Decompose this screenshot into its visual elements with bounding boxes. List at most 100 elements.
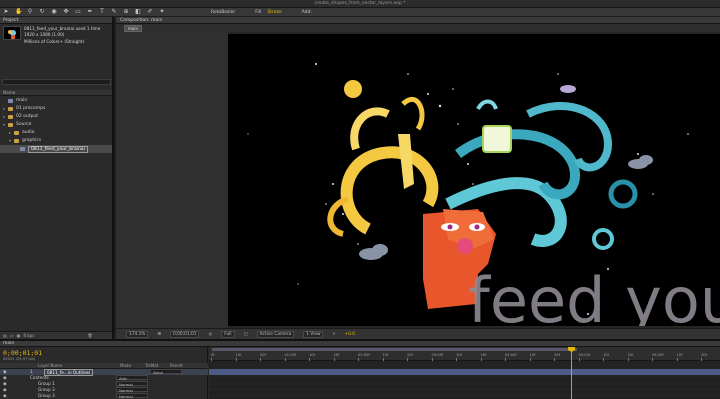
interpret-footage-icon[interactable]: ▤ bbox=[3, 333, 7, 338]
project-tree-item[interactable]: ▸ audio bbox=[0, 129, 112, 137]
pen-tool-icon[interactable]: ✒ bbox=[87, 9, 93, 15]
project-tree-item[interactable]: 0811_feed_your_brainai bbox=[0, 145, 112, 153]
layer-number: 1 bbox=[30, 369, 33, 374]
ruler-tick bbox=[529, 358, 531, 361]
composition-icon bbox=[8, 99, 13, 103]
footage-icon bbox=[20, 147, 25, 151]
visibility-eye-icon[interactable]: ◉ bbox=[3, 381, 7, 386]
composition-tab[interactable]: Composition: main bbox=[120, 18, 162, 23]
pan-behind-tool-icon[interactable]: ✥ bbox=[63, 9, 69, 15]
stroke-option[interactable]: Stroke bbox=[267, 10, 281, 15]
project-tree-item-label: 01 precomps bbox=[16, 106, 46, 111]
ruler-tick-label: 05:00f bbox=[578, 353, 591, 357]
blend-mode-dropdown[interactable]: Normal bbox=[116, 381, 148, 387]
ruler-tick bbox=[284, 358, 286, 361]
rotobezier-toggle[interactable]: RotoBezier bbox=[211, 10, 235, 15]
project-tree-item[interactable]: ▾ Source bbox=[0, 121, 112, 129]
new-folder-icon[interactable]: ▭ bbox=[10, 333, 14, 338]
hand-tool-icon[interactable]: ✋ bbox=[15, 9, 22, 15]
visibility-eye-icon[interactable]: ◉ bbox=[3, 387, 7, 392]
brush-tool-icon[interactable]: ✎ bbox=[111, 9, 117, 15]
blend-mode-dropdown[interactable]: Add: bbox=[116, 375, 148, 381]
rectangle-tool-icon[interactable]: ▭ bbox=[75, 9, 81, 15]
ruler-tick bbox=[676, 358, 678, 361]
col-mode[interactable]: Mode bbox=[120, 363, 131, 368]
blend-mode-dropdown[interactable]: Normal bbox=[116, 387, 148, 393]
eraser-tool-icon[interactable]: ◧ bbox=[135, 9, 141, 15]
project-tab[interactable]: Project bbox=[0, 17, 112, 24]
layer-name[interactable]: Group 1 bbox=[38, 381, 55, 386]
type-tool-icon[interactable]: T bbox=[99, 9, 105, 15]
bpc-toggle[interactable]: 8 bpc bbox=[23, 333, 34, 338]
new-comp-icon[interactable]: ▣ bbox=[17, 333, 21, 338]
folder-icon bbox=[8, 115, 13, 119]
trash-icon[interactable]: 🗑 bbox=[87, 333, 92, 338]
layer-name[interactable]: Group 3 bbox=[38, 393, 55, 398]
camera-tool-icon[interactable]: ◉ bbox=[51, 9, 57, 15]
region-of-interest-icon[interactable]: ▢ bbox=[244, 332, 248, 337]
project-tree-item[interactable]: ▸ 01 precomps bbox=[0, 105, 112, 113]
rotate-tool-icon[interactable]: ↻ bbox=[39, 9, 45, 15]
property-group-row[interactable]: ◉ Group 3 Normal bbox=[0, 393, 208, 399]
exposure-value[interactable]: +0.0 bbox=[345, 332, 355, 337]
timeline-timecode[interactable]: 0;00;01;01 bbox=[3, 349, 42, 357]
ruler-tick-label: 10f bbox=[603, 353, 609, 357]
project-search-input[interactable] bbox=[2, 79, 111, 85]
project-tree-item-label: 02 output bbox=[16, 114, 38, 119]
current-time-field[interactable]: 0;00;01;01 bbox=[170, 330, 200, 338]
col-trkmat[interactable]: TrkMat bbox=[145, 363, 158, 368]
work-area-bar[interactable] bbox=[212, 348, 577, 351]
zoom-tool-icon[interactable]: ⚲ bbox=[27, 9, 33, 15]
resolution-dropdown[interactable]: Full bbox=[221, 330, 235, 338]
views-dropdown[interactable]: 1 View bbox=[303, 330, 324, 338]
viewer-controls: 174.1% ⊞ 0;00;01;01 ◎ Full ▢ Active Came… bbox=[116, 328, 720, 339]
composition-chip-main[interactable]: main bbox=[124, 24, 142, 32]
ruler-tick bbox=[431, 358, 433, 361]
disclosure-triangle-icon[interactable]: ▸ bbox=[3, 105, 7, 113]
window-title: create_shapes_from_vector_layers.aep * bbox=[314, 1, 406, 6]
add-shape-menu[interactable]: Add: bbox=[302, 10, 312, 15]
project-tree-item-label: 0811_feed_your_brainai bbox=[28, 145, 88, 153]
ruler-tick-label: 20f bbox=[554, 353, 560, 357]
ruler-tick-label: 10f bbox=[676, 353, 683, 357]
col-layer-name[interactable]: Layer Name bbox=[38, 363, 62, 368]
disclosure-triangle-icon[interactable]: ▸ bbox=[3, 113, 7, 121]
project-column-name[interactable]: Name bbox=[0, 90, 112, 96]
ruler-tick bbox=[554, 358, 555, 361]
ruler-tick bbox=[578, 358, 580, 361]
parent-dropdown[interactable]: None bbox=[150, 369, 182, 375]
ruler-tick-label: 20f bbox=[260, 353, 266, 357]
project-tree-item[interactable]: ▸ 02 output bbox=[0, 113, 112, 121]
project-tree-item[interactable]: ▾ graphics bbox=[0, 137, 112, 145]
snapshot-icon[interactable]: ◎ bbox=[208, 332, 212, 337]
visibility-eye-icon[interactable]: ◉ bbox=[3, 393, 7, 398]
zoom-dropdown[interactable]: 174.1% bbox=[126, 330, 149, 338]
visibility-eye-icon[interactable]: ◉ bbox=[3, 369, 7, 374]
disclosure-triangle-icon[interactable]: ▾ bbox=[9, 137, 13, 145]
composition-viewer[interactable]: feed your brai bbox=[228, 34, 720, 326]
project-tree-item[interactable]: main bbox=[0, 97, 112, 105]
layer-name[interactable]: Contents bbox=[30, 375, 49, 380]
grid-icon[interactable]: ⊞ bbox=[157, 332, 161, 337]
playhead-line[interactable] bbox=[571, 347, 572, 399]
ruler-tick-label: 01:00f bbox=[284, 353, 297, 357]
ruler-tick-label: 04:00f bbox=[505, 353, 517, 357]
disclosure-triangle-icon[interactable]: ▸ bbox=[9, 129, 13, 137]
ruler-tick bbox=[480, 358, 482, 361]
time-ruler[interactable]: 0f 10f 20f 01:00f 10f 20f 02:00f 10f 20f 03:00f 10… bbox=[209, 347, 720, 361]
fast-preview-icon[interactable]: ⚡ bbox=[332, 332, 335, 337]
camera-dropdown[interactable]: Active Camera bbox=[256, 330, 295, 338]
roto-brush-tool-icon[interactable]: ✐ bbox=[147, 9, 153, 15]
timeline-fps: 00031 (29.97 fps) bbox=[3, 357, 36, 361]
fill-option[interactable]: Fill bbox=[255, 10, 261, 15]
puppet-tool-icon[interactable]: ✦ bbox=[159, 9, 165, 15]
blend-mode-dropdown[interactable]: Normal bbox=[116, 393, 148, 399]
selection-tool-icon[interactable]: ➤ bbox=[3, 9, 9, 15]
disclosure-triangle-icon[interactable]: ▾ bbox=[3, 121, 7, 129]
visibility-eye-icon[interactable]: ◉ bbox=[3, 375, 7, 380]
ruler-tick bbox=[358, 358, 359, 361]
col-parent[interactable]: Parent bbox=[170, 363, 183, 368]
clone-stamp-tool-icon[interactable]: ⊕ bbox=[123, 9, 129, 15]
timeline-tracks[interactable]: 0f 10f 20f 01:00f 10f 20f 02:00f 10f 20f 03:00f 10… bbox=[209, 347, 720, 399]
layer-name[interactable]: Group 3 bbox=[38, 387, 55, 392]
